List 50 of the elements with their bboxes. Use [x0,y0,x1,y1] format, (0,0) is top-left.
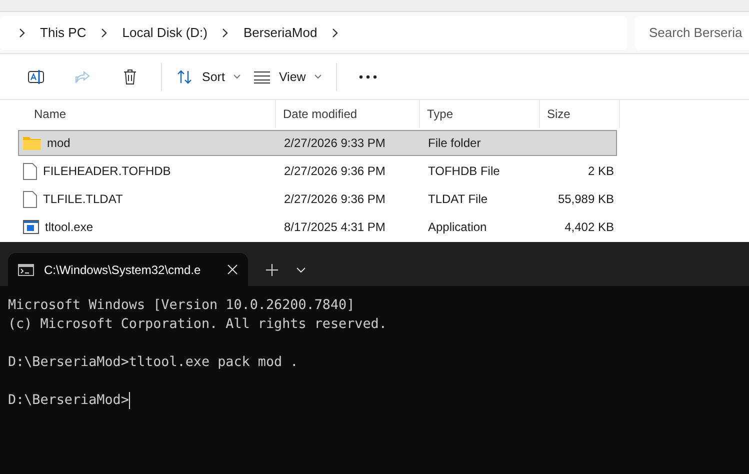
breadcrumb[interactable]: This PC [40,25,86,40]
breadcrumb[interactable]: Local Disk (D:) [122,25,208,40]
folder-icon [23,136,41,150]
type-cell-text: TOFHDB File [427,164,501,178]
type-cell-text: File folder [427,136,482,150]
file-name: mod [47,136,70,150]
size-cell-text: 55,989 KB [556,192,615,206]
type-cell-text: Application [427,220,488,234]
file-name: FILEHEADER.TOFHDB [43,164,171,178]
file-name: TLFILE.TLDAT [43,192,123,206]
file-icon [23,190,37,208]
console-line: (c) Microsoft Corporation. All rights reserved. [8,316,387,334]
size-cell-text: 2 KB [586,164,615,178]
caret-icon [314,74,322,79]
date-cell-text: 2/27/2026 9:36 PM [283,192,386,206]
file-row[interactable]: FILEHEADER.TOFHDB 2/27/2026 9:36 PM TOFHDB File 2 KB [18,158,617,184]
console-line: D:\BerseriaMod>tltool.exe pack mod . [8,354,298,372]
address-bar[interactable]: This PC Local Disk (D:) BerseriaMod [0,16,627,50]
more-icon [359,74,378,78]
file-row[interactable]: mod 2/27/2026 9:33 PM File folder [18,130,617,156]
console-line: Microsoft Windows [Version 10.0.26200.7840] [8,297,355,315]
file-icon [23,162,37,180]
breadcrumb[interactable]: BerseriaMod [243,25,318,40]
column-header[interactable]: Size [540,100,620,128]
dropdown-icon[interactable] [296,266,306,272]
view-icon [252,70,271,84]
date-cell-text: 2/27/2026 9:33 PM [283,136,386,150]
column-header[interactable]: Date modified [276,100,420,128]
application-icon [23,220,39,234]
search-field[interactable]: Search Berseria [635,16,749,50]
type-cell-text: TLDAT File [427,192,489,206]
size-cell-text: 4,402 KB [564,220,615,234]
close-icon[interactable] [227,264,238,275]
rename-icon [26,68,44,86]
file-row[interactable]: TLFILE.TLDAT 2/27/2026 9:36 PM TLDAT File 55,989 KB [18,186,617,212]
tab-title: C:\Windows\System32\cmd.e [44,262,202,276]
caret-icon [232,74,241,79]
plus-icon[interactable] [266,264,278,276]
file-row[interactable]: tltool.exe 8/17/2025 4:31 PM Application 4,402 KB [18,214,617,240]
view-button[interactable]: View [246,60,328,92]
console-line: D:\BerseriaMod> [8,392,129,410]
console-icon [18,264,34,276]
terminal-tab[interactable]: C:\Windows\System32\cmd.e [8,253,248,286]
sort-button[interactable]: Sort [170,60,247,92]
date-cell-text: 2/27/2026 9:36 PM [283,164,386,178]
file-name: tltool.exe [45,220,94,234]
column-header[interactable]: Name [18,100,276,128]
date-cell-text: 8/17/2025 4:31 PM [283,220,386,234]
column-header[interactable]: Type [420,100,540,128]
sort-icon [176,68,194,86]
